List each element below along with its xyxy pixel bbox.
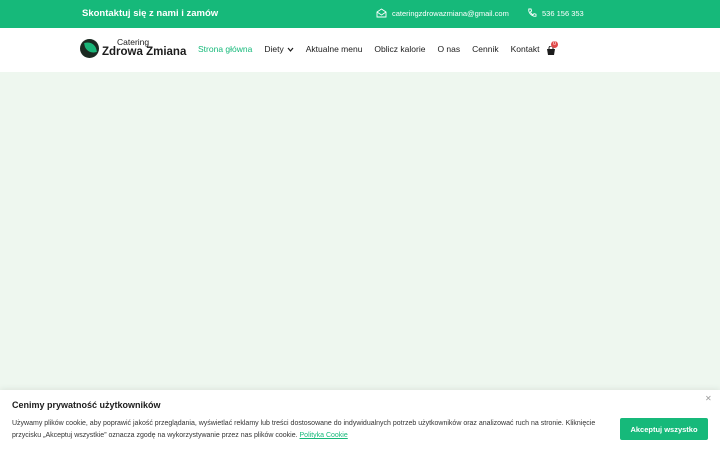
- cookie-title: Cenimy prywatność użytkowników: [12, 400, 161, 410]
- logo-text: Catering Zdrowa Zmiana: [102, 38, 186, 58]
- email-text: cateringzdrowazmiana@gmail.com: [392, 8, 509, 18]
- nav-item-diety[interactable]: Diety: [264, 44, 294, 54]
- logo-line2: Zdrowa Zmiana: [102, 45, 187, 58]
- email-contact[interactable]: cateringzdrowazmiana@gmail.com: [376, 8, 509, 18]
- cookie-banner: Cenimy prywatność użytkowników Używamy p…: [0, 390, 720, 450]
- phone-icon: [527, 8, 537, 18]
- main-nav: Strona główna Diety Aktualne menu Oblicz…: [198, 44, 551, 54]
- nav-item-aktualne-menu[interactable]: Aktualne menu: [306, 44, 363, 54]
- top-contact-bar: Skontaktuj się z nami i zamów cateringzd…: [0, 0, 720, 28]
- site-logo[interactable]: Catering Zdrowa Zmiana: [80, 38, 186, 58]
- phone-contact[interactable]: 536 156 353: [527, 8, 584, 18]
- mail-icon: [376, 8, 387, 18]
- phone-text: 536 156 353: [542, 8, 584, 18]
- cookie-text: Używamy plików cookie, aby poprawić jako…: [12, 418, 612, 442]
- cart-count-badge: 0: [551, 41, 558, 48]
- nav-item-kontakt[interactable]: Kontakt: [511, 44, 540, 54]
- nav-item-oblicz-kalorie[interactable]: Oblicz kalorie: [374, 44, 425, 54]
- contact-tagline: Skontaktuj się z nami i zamów: [82, 8, 219, 19]
- cookie-policy-link[interactable]: Polityka Cookie: [300, 432, 348, 439]
- nav-item-home[interactable]: Strona główna: [198, 44, 252, 54]
- nav-item-cennik[interactable]: Cennik: [472, 44, 498, 54]
- nav-item-o-nas[interactable]: O nas: [437, 44, 460, 54]
- hero-placeholder: [0, 72, 720, 390]
- close-icon[interactable]: ✕: [705, 394, 712, 403]
- accept-all-button[interactable]: Akceptuj wszystko: [620, 418, 708, 440]
- chevron-down-icon: [287, 47, 294, 52]
- leaf-icon: [80, 38, 99, 58]
